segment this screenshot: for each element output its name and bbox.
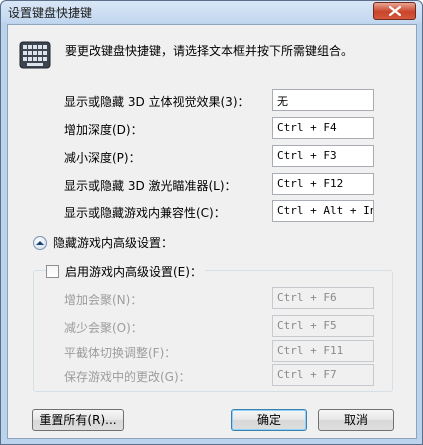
cancel-button[interactable]: 取消	[318, 409, 394, 431]
ok-button[interactable]: 确定	[231, 409, 307, 431]
window-title: 设置键盘快捷键	[8, 6, 93, 20]
label-toggle-laser-sight: 显示或隐藏 3D 激光瞄准器(L)：	[64, 179, 237, 193]
keyboard-icon	[19, 41, 51, 69]
label-toggle-compatibility: 显示或隐藏游戏内兼容性(C)：	[64, 206, 226, 220]
field-toggle-3d-vision[interactable]: 无	[272, 89, 374, 111]
field-increase-depth[interactable]: Ctrl + F4	[272, 117, 374, 139]
label-toggle-3d-vision: 显示或隐藏 3D 立体视觉效果(3)：	[64, 95, 250, 109]
collapse-button[interactable]	[33, 235, 47, 250]
field-decrease-depth[interactable]: Ctrl + F3	[272, 145, 374, 167]
label-increase-convergence: 增加会聚(N)：	[64, 293, 143, 307]
field-increase-convergence[interactable]: Ctrl + F6	[272, 287, 374, 309]
chevron-up-icon	[36, 240, 44, 245]
close-button[interactable]	[373, 2, 416, 20]
advanced-expander[interactable]: 隐藏游戏内高级设置：	[33, 234, 173, 251]
intro-text: 要更改键盘快捷键，请选择文本框并按下所需键组合。	[65, 44, 354, 58]
enable-advanced-row[interactable]: 启用游戏内高级设置(E)：	[46, 263, 205, 280]
label-decrease-convergence: 减少会聚(O)：	[64, 321, 143, 335]
label-decrease-depth: 减小深度(P)：	[64, 151, 141, 165]
field-frustum-adjust[interactable]: Ctrl + F11	[272, 340, 374, 362]
advanced-section-label: 隐藏游戏内高级设置：	[53, 236, 174, 250]
title-bar[interactable]: 设置键盘快捷键	[1, 1, 422, 23]
enable-advanced-checkbox[interactable]	[46, 265, 59, 278]
close-icon	[388, 6, 401, 16]
field-save-in-game-changes[interactable]: Ctrl + F7	[272, 364, 374, 386]
dialog-body: 要更改键盘快捷键，请选择文本框并按下所需键组合。 显示或隐藏 3D 立体视觉效果…	[7, 24, 417, 439]
field-toggle-laser-sight[interactable]: Ctrl + F12	[272, 173, 374, 195]
label-frustum-adjust: 平截体切换调整(F)：	[64, 346, 177, 360]
enable-advanced-label: 启用游戏内高级设置(E)：	[65, 265, 202, 279]
label-increase-depth: 增加深度(D)：	[64, 123, 143, 137]
reset-all-button[interactable]: 重置所有(R)...	[32, 409, 124, 431]
dialog-window: 设置键盘快捷键 要更改键盘快捷键，请选择文本框并按下所需键组合。 显示或隐藏 3…	[0, 0, 423, 445]
label-save-in-game-changes: 保存游戏中的更改(G)：	[64, 370, 191, 384]
field-decrease-convergence[interactable]: Ctrl + F5	[272, 315, 374, 337]
field-toggle-compatibility[interactable]: Ctrl + Alt + Ins	[272, 200, 374, 222]
